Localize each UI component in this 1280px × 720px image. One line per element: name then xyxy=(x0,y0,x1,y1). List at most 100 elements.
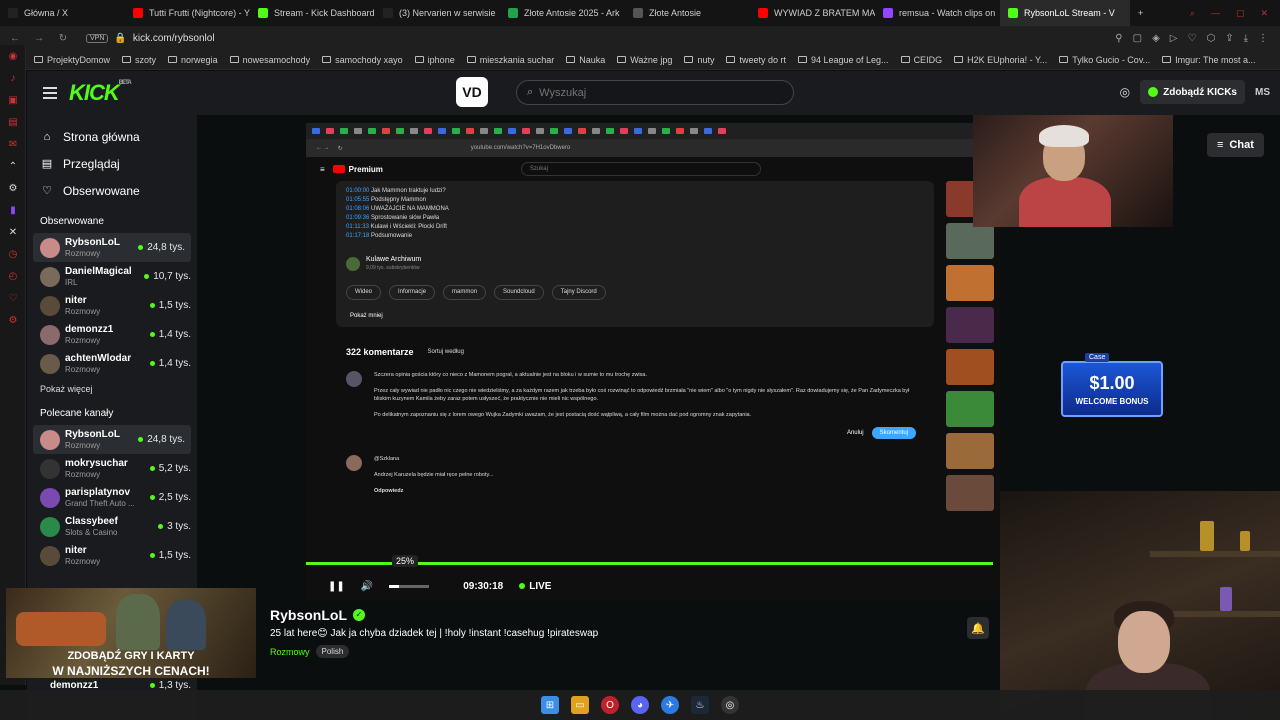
bookmark-item[interactable]: Tylko Gucio - Cov... xyxy=(1059,55,1150,65)
search-bar[interactable]: ⌕ xyxy=(516,80,794,105)
volume-icon[interactable]: 🔊 xyxy=(361,581,373,592)
bookmark-item[interactable]: mieszkania suchar xyxy=(466,55,554,65)
browser-tab[interactable]: Tutti Frutti (Nightcore) - Y xyxy=(125,0,250,26)
live-dot-icon xyxy=(158,524,164,529)
app-icon[interactable]: ◎ xyxy=(721,696,739,714)
steam-icon[interactable]: ♨ xyxy=(691,696,709,714)
opera-icon[interactable]: O xyxy=(601,696,619,714)
pin-icon[interactable]: ⚲ xyxy=(1115,33,1122,44)
vpn-badge[interactable]: VPN xyxy=(86,33,109,43)
bookmark-item[interactable]: szoty xyxy=(122,55,156,65)
sidebar-channel[interactable]: parisplatynov Grand Theft Auto ... 2,5 tys… xyxy=(27,483,197,512)
discord-icon[interactable]: ◕ xyxy=(631,696,649,714)
file-explorer-icon[interactable]: ▭ xyxy=(571,696,589,714)
bookmark-item[interactable]: ProjektyDomow xyxy=(34,55,110,65)
browser-tab[interactable]: Główna / X xyxy=(0,0,125,26)
bookmark-item[interactable]: Nauka xyxy=(566,55,605,65)
streamer-name[interactable]: RybsonLoL xyxy=(270,607,347,623)
browser-tab[interactable]: RybsonLoL Stream - V xyxy=(1000,0,1130,26)
show-more-link[interactable]: Pokaż więcej xyxy=(27,378,197,404)
bookmark-item[interactable]: nuty xyxy=(684,55,714,65)
url-text[interactable]: kick.com/rybsonlol xyxy=(133,33,215,44)
sidebar-channel[interactable]: mokrysuchar Rozmowy 5,2 tys. xyxy=(27,454,197,483)
wallet-icon[interactable]: ◈ xyxy=(1152,33,1160,44)
reload-icon[interactable]: ↻ xyxy=(54,33,72,44)
bookmark-item[interactable]: norwegia xyxy=(168,55,218,65)
nav-item[interactable]: ▤ Przeglądaj xyxy=(41,150,197,177)
search-icon[interactable]: ⌕ xyxy=(1190,8,1195,19)
wallet-icon[interactable]: ▤ xyxy=(0,111,26,133)
search-input[interactable] xyxy=(539,86,760,99)
maximize-icon[interactable]: ▢ xyxy=(1236,8,1245,19)
forward-icon[interactable]: → xyxy=(30,33,48,44)
bookmark-item[interactable]: tweety do rt xyxy=(726,55,786,65)
user-avatar[interactable]: MS xyxy=(1255,87,1270,98)
get-kicks-button[interactable]: Zdobądź KICKs xyxy=(1140,80,1245,104)
volume-slider[interactable] xyxy=(389,584,430,588)
arrow-icon[interactable]: ⌃ xyxy=(0,155,26,177)
bookmark-item[interactable]: samochody xayo xyxy=(322,55,403,65)
play-icon[interactable]: ▷ xyxy=(1170,33,1178,44)
sidebar-channel[interactable]: RybsonLoL Rozmowy 24,8 tys. xyxy=(33,233,191,262)
browser-tab[interactable]: remsua - Watch clips on xyxy=(875,0,1000,26)
music-icon[interactable]: ♪ xyxy=(0,67,26,89)
messenger-icon[interactable]: ◉ xyxy=(0,45,26,67)
bookmark-item[interactable]: nowesamochody xyxy=(229,55,310,65)
nav-item[interactable]: ⌂ Strona główna xyxy=(41,123,197,150)
video-player[interactable]: ← → ↻ youtube.com/watch?v=7H1ovDbwero ≡ P… xyxy=(306,123,1000,599)
history-icon[interactable]: ◷ xyxy=(0,243,26,265)
menu-icon[interactable]: ⋮ xyxy=(1258,33,1268,44)
mail-icon[interactable]: ✉ xyxy=(0,133,26,155)
twitch-icon[interactable]: ▮ xyxy=(0,199,26,221)
download-icon[interactable]: ⤓ xyxy=(1244,33,1248,44)
bookmark-item[interactable]: Ważne jpg xyxy=(617,55,672,65)
share-icon[interactable]: ⇪ xyxy=(1225,33,1233,44)
sidebar-channel[interactable]: achtenWlodar Rozmowy 1,4 tys. xyxy=(27,349,197,378)
heart-icon[interactable]: ♡ xyxy=(0,287,26,309)
url-field[interactable]: VPN 🔒 kick.com/rybsonlol xyxy=(86,33,215,44)
vd-logo[interactable]: VD xyxy=(456,77,488,107)
x-icon[interactable]: ✕ xyxy=(0,221,26,243)
close-icon[interactable]: ✕ xyxy=(1260,8,1268,19)
language-tag[interactable]: Polish xyxy=(315,645,350,658)
new-tab-button[interactable]: + xyxy=(1130,0,1151,26)
notification-bell-button[interactable]: 🔔 xyxy=(967,617,989,639)
back-icon[interactable]: ← xyxy=(6,33,24,44)
bookmark-item[interactable]: H2K EUphoria! - Y... xyxy=(954,55,1047,65)
clock-icon[interactable]: ◴ xyxy=(0,265,26,287)
pause-icon[interactable]: ❚❚ xyxy=(328,581,345,592)
rewards-icon[interactable]: ◎ xyxy=(1120,85,1130,99)
start-icon[interactable]: ⊞ xyxy=(541,696,559,714)
chatgpt-icon[interactable]: ⚙ xyxy=(0,177,26,199)
extensions-icon[interactable]: ⬡ xyxy=(1206,33,1215,44)
bookmark-item[interactable]: 94 League of Leg... xyxy=(797,55,889,65)
games-ad-banner[interactable]: ZDOBĄDŹ GRY I KARTY W NAJNIŻSZYCH CENACH… xyxy=(6,588,256,678)
stream-category[interactable]: Rozmowy xyxy=(270,647,310,657)
screenshot-icon[interactable]: ▢ xyxy=(1133,33,1142,44)
bookmark-item[interactable]: CEIDG xyxy=(900,55,942,65)
minimize-icon[interactable]: — xyxy=(1211,8,1220,19)
messenger-icon[interactable]: ✈ xyxy=(661,696,679,714)
sidebar-channel[interactable]: niter Rozmowy 1,5 tys. xyxy=(27,541,197,570)
browser-tab[interactable]: (3) Nervarien w serwisie xyxy=(375,0,500,26)
casino-ad-overlay: Case $1.00 WELCOME BONUS xyxy=(1055,353,1167,433)
browser-tab[interactable]: Złote Antosie xyxy=(625,0,750,26)
sidebar-channel[interactable]: demonzz1 Rozmowy 1,4 tys. xyxy=(27,320,197,349)
lock-icon[interactable]: ▣ xyxy=(0,89,26,111)
chat-toggle-button[interactable]: ≡ Chat xyxy=(1207,133,1264,157)
browser-tab[interactable]: Stream - Kick Dashboard xyxy=(250,0,375,26)
nav-item[interactable]: ♡ Obserwowane xyxy=(41,177,197,204)
kick-logo[interactable]: KICKBETA xyxy=(69,80,132,106)
browser-tab[interactable]: WYWIAD Z BRATEM MA xyxy=(750,0,875,26)
sidebar-channel[interactable]: Classybeef Slots & Casino 3 tys. xyxy=(27,512,197,541)
sidebar-channel[interactable]: niter Rozmowy 1,5 tys. xyxy=(27,291,197,320)
sidebar-channel[interactable]: RybsonLoL Rozmowy 24,8 tys. xyxy=(33,425,191,454)
bookmark-item[interactable]: iphone xyxy=(414,55,455,65)
settings-icon[interactable]: ⚙ xyxy=(0,309,26,331)
bookmark-item[interactable]: Imgur: The most a... xyxy=(1162,55,1256,65)
sidebar-channel[interactable]: DanielMagical IRL 10,7 tys. xyxy=(27,262,197,291)
guest-webcam xyxy=(1000,491,1280,720)
browser-tab[interactable]: Złote Antosie 2025 - Ark xyxy=(500,0,625,26)
menu-icon[interactable] xyxy=(43,87,57,99)
heart-icon[interactable]: ♡ xyxy=(1187,33,1196,44)
